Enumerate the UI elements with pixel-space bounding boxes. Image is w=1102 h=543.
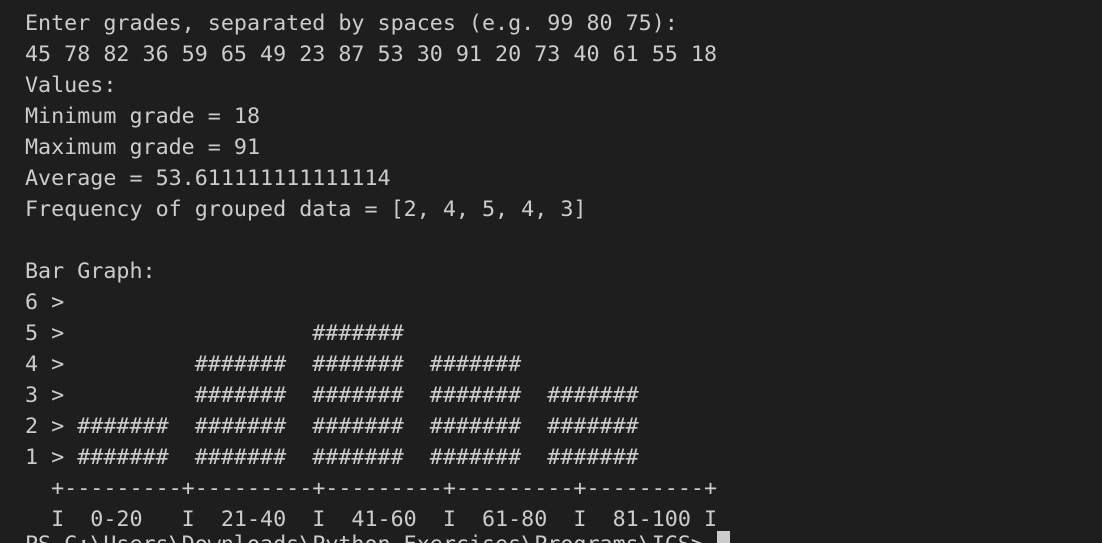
text-cursor <box>717 531 731 543</box>
terminal-window[interactable]: Enter grades, separated by spaces (e.g. … <box>0 0 1102 543</box>
bar-graph-heading: Bar Graph: <box>25 259 156 284</box>
graph-row-3: 3 > ####### ####### ####### ####### <box>25 383 639 408</box>
shell-prompt-text: PS C:\Users\Downloads\Python Exercises\P… <box>25 532 717 543</box>
graph-row-2: 2 > ####### ####### ####### ####### ####… <box>25 414 639 439</box>
maximum-grade-line: Maximum grade = 91 <box>25 135 261 160</box>
input-prompt-line: Enter grades, separated by spaces (e.g. … <box>25 11 678 36</box>
graph-axis-line: +---------+---------+---------+---------… <box>25 476 718 501</box>
minimum-grade-line: Minimum grade = 18 <box>25 104 261 129</box>
values-heading: Values: <box>25 73 117 98</box>
graph-row-4: 4 > ####### ####### ####### <box>25 352 522 377</box>
shell-prompt[interactable]: PS C:\Users\Downloads\Python Exercises\P… <box>25 529 1102 543</box>
average-line: Average = 53.611111111111114 <box>25 166 391 191</box>
frequency-line: Frequency of grouped data = [2, 4, 5, 4,… <box>25 197 587 222</box>
graph-row-5: 5 > ####### <box>25 321 404 346</box>
graph-row-1: 1 > ####### ####### ####### ####### ####… <box>25 445 639 470</box>
graph-row-6: 6 > <box>25 290 65 315</box>
grades-input-line: 45 78 82 36 59 65 49 23 87 53 30 91 20 7… <box>25 42 718 67</box>
